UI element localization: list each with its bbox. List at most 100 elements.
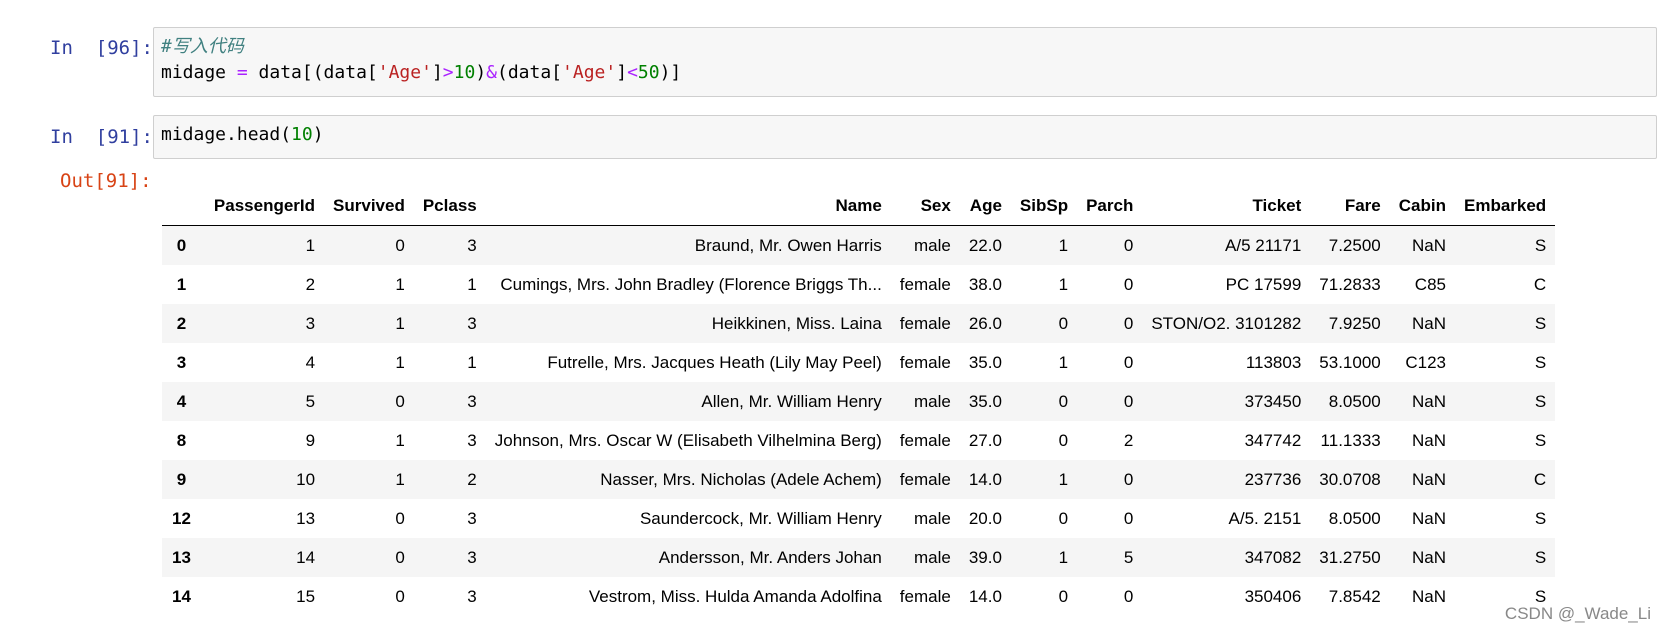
code-token: )	[312, 124, 324, 145]
table-cell: C123	[1405, 352, 1446, 372]
table-cell: 0	[1123, 469, 1134, 489]
code-token: midage.head(	[161, 124, 292, 145]
table-cell: 3	[467, 508, 477, 528]
table-cell: Vestrom, Miss. Hulda Amanda Adolfina	[588, 586, 882, 606]
table-cell: 0	[1123, 391, 1134, 411]
row-index: 12	[172, 508, 191, 528]
row-index: 4	[176, 391, 187, 411]
table-cell: S	[1534, 430, 1547, 450]
table-cell: male	[913, 547, 951, 567]
table-cell: PC 17599	[1225, 274, 1302, 294]
table-cell: 0	[1123, 274, 1134, 294]
table-cell: 0	[1058, 586, 1069, 606]
column-header: Sex	[890, 187, 960, 226]
table-cell: 0	[1058, 391, 1069, 411]
column-header: SibSp	[1010, 187, 1078, 226]
code-operator: =	[236, 62, 248, 83]
table-cell: 7.2500	[1328, 235, 1381, 255]
table-cell: male	[913, 391, 951, 411]
table-cell: 7.9250	[1328, 313, 1381, 333]
column-header: Pclass	[413, 187, 486, 226]
table-cell: 1	[1058, 235, 1069, 255]
table-header: PassengerId Survived Pclass Name Sex Age SibSp…	[162, 187, 1556, 226]
table-cell: NaN	[1411, 313, 1446, 333]
table-cell: Nasser, Mrs. Nicholas (Adele Achem)	[600, 469, 882, 489]
code-token: ]	[616, 62, 628, 83]
code-operator: <	[627, 62, 638, 83]
column-header: Parch	[1077, 187, 1143, 226]
table-cell: NaN	[1411, 586, 1446, 606]
table-cell: female	[899, 430, 951, 450]
table-row: 13 14 0 3 Andersson, Mr. Anders Johan male 39.…	[162, 538, 1556, 577]
table-row: 4 5 0 3 Allen, Mr. William Henry male 35.0 0 0 37…	[162, 382, 1556, 421]
table-cell: 1	[395, 274, 405, 294]
table-cell: 35.0	[968, 391, 1002, 411]
table-cell: 0	[1123, 313, 1134, 333]
table-cell: S	[1534, 391, 1547, 411]
code-token: ]	[431, 62, 443, 83]
table-cell: female	[899, 274, 951, 294]
index-header	[162, 187, 205, 226]
table-cell: NaN	[1411, 508, 1446, 528]
table-cell: 11.1333	[1320, 430, 1381, 450]
table-cell: 14.0	[968, 586, 1002, 606]
table-cell: 1	[395, 313, 405, 333]
table-cell: male	[913, 235, 951, 255]
table-row: 0 1 0 3 Braund, Mr. Owen Harris male 22.0 1 0 A/5…	[162, 225, 1556, 265]
table-cell: 0	[1123, 235, 1134, 255]
code-line: midage = data[(data['Age']>10)&(data['Ag…	[161, 60, 1649, 86]
table-cell: S	[1534, 547, 1547, 567]
table-cell: C85	[1414, 274, 1446, 294]
header-row: PassengerId Survived Pclass Name Sex Age SibSp…	[162, 187, 1556, 226]
table-cell: S	[1534, 352, 1547, 372]
table-cell: Cumings, Mrs. John Bradley (Florence Bri…	[500, 274, 882, 294]
output-prompt-91: Out[91]:	[60, 170, 152, 192]
table-cell: 22.0	[968, 235, 1002, 255]
row-index: 1	[176, 274, 187, 294]
input-prompt-91: In [91]:	[50, 126, 153, 148]
table-cell: NaN	[1411, 547, 1446, 567]
table-cell: 2	[467, 469, 477, 489]
column-header: Name	[485, 187, 891, 226]
code-input-cell-91[interactable]: midage.head(10)	[153, 115, 1657, 159]
table-cell: STON/O2. 3101282	[1151, 313, 1302, 333]
table-cell: C	[1533, 274, 1547, 294]
table-cell: 71.2833	[1319, 274, 1381, 294]
table-cell: female	[899, 313, 951, 333]
table-cell: 0	[1058, 508, 1069, 528]
column-header: Fare	[1310, 187, 1390, 226]
table-cell: 1	[395, 430, 405, 450]
table-cell: Johnson, Mrs. Oscar W (Elisabeth Vilhelm…	[494, 430, 882, 450]
table-cell: C	[1533, 469, 1547, 489]
code-operator: &	[486, 62, 497, 83]
table-cell: 1	[467, 352, 477, 372]
table-cell: 347742	[1244, 430, 1302, 450]
table-cell: 10	[296, 469, 316, 489]
watermark: CSDN @_Wade_Li	[1504, 604, 1651, 624]
table-cell: female	[899, 469, 951, 489]
code-token: (data[	[497, 62, 563, 83]
table-cell: 14.0	[968, 469, 1002, 489]
table-cell: 9	[305, 430, 316, 450]
code-input-cell-96[interactable]: #写入代码 midage = data[(data['Age']>10)&(dat…	[153, 27, 1657, 97]
table-cell: 237736	[1244, 469, 1302, 489]
table-cell: 0	[395, 235, 405, 255]
table-cell: 3	[467, 235, 477, 255]
table-cell: 0	[1058, 430, 1069, 450]
table-cell: 0	[395, 508, 405, 528]
table-cell: A/5. 2151	[1228, 508, 1302, 528]
table-cell: 0	[395, 547, 405, 567]
table-cell: 38.0	[968, 274, 1002, 294]
table-cell: Futrelle, Mrs. Jacques Heath (Lily May P…	[547, 352, 882, 372]
code-string: 'Age'	[377, 62, 432, 83]
table-cell: 1	[467, 274, 477, 294]
table-cell: 5	[1123, 547, 1134, 567]
table-cell: NaN	[1411, 391, 1446, 411]
code-token: )]	[659, 62, 682, 83]
table-cell: 3	[467, 430, 477, 450]
table-cell: NaN	[1411, 430, 1446, 450]
table-cell: 1	[1058, 352, 1069, 372]
table-cell: 2	[305, 274, 316, 294]
table-cell: A/5 21171	[1225, 235, 1302, 255]
table-cell: 0	[395, 391, 405, 411]
